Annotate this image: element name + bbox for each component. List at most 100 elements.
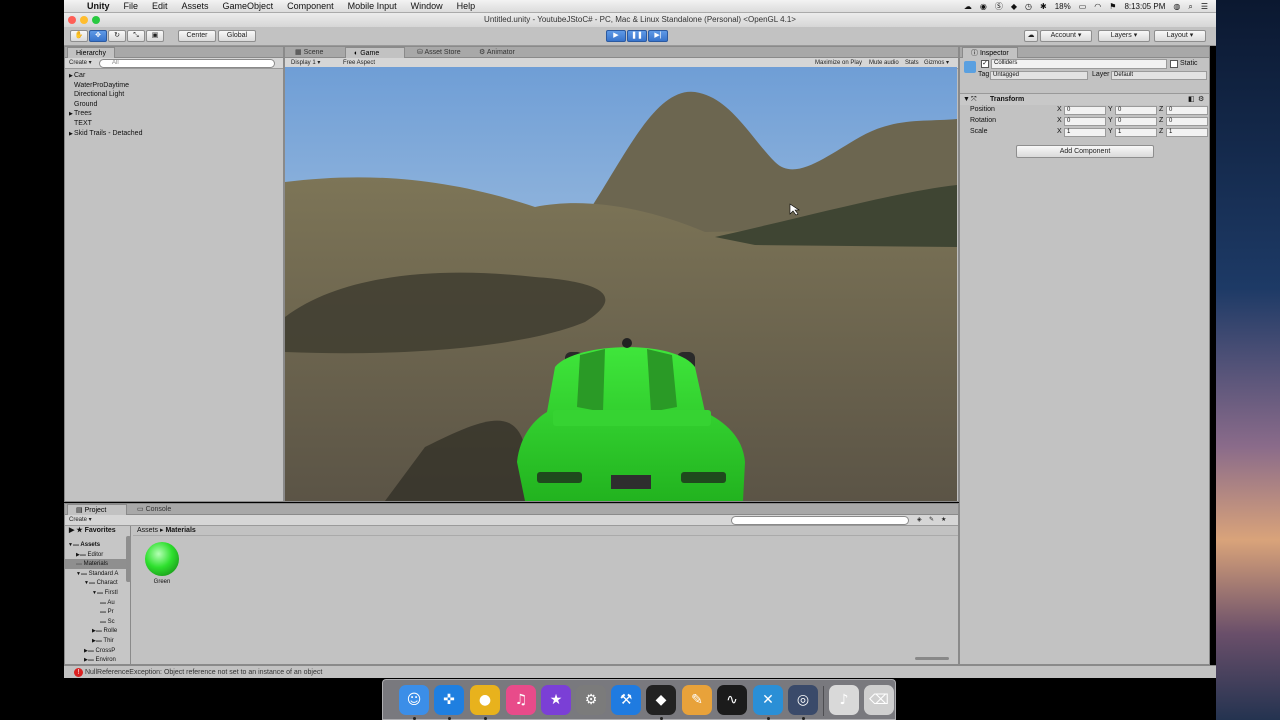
input-flag-icon[interactable]: ⚑ bbox=[1109, 2, 1116, 11]
hierarchy-item[interactable]: ▶Trees bbox=[65, 109, 283, 119]
rotate-tool-icon[interactable]: ↻ bbox=[108, 30, 126, 42]
menu-file[interactable]: File bbox=[124, 1, 139, 11]
menubar-clock[interactable]: 8:13:05 PM bbox=[1124, 2, 1165, 11]
transform-y-field[interactable]: 1 bbox=[1115, 128, 1157, 137]
menu-window[interactable]: Window bbox=[411, 1, 443, 11]
folder-tree-item[interactable]: ▶▬ Environ bbox=[65, 655, 130, 664]
skype-icon[interactable]: Ⓢ bbox=[995, 1, 1003, 12]
pivot-center-button[interactable]: Center bbox=[178, 30, 216, 42]
folder-tree-item[interactable]: ▼▬ Charact bbox=[65, 578, 130, 588]
folder-tree-item[interactable]: ▶▬ CrossP bbox=[65, 646, 130, 656]
battery-icon[interactable]: ▭ bbox=[1079, 2, 1087, 11]
project-search-input[interactable] bbox=[731, 516, 909, 525]
filter-label-icon[interactable]: ✎ bbox=[929, 516, 934, 525]
pivot-global-button[interactable]: Global bbox=[218, 30, 256, 42]
object-name-field[interactable]: Colliders bbox=[991, 59, 1167, 69]
tag-dropdown[interactable]: Untagged bbox=[990, 71, 1088, 80]
transform-header[interactable]: ▼ ⤧ Transform ◧ ⚙ bbox=[960, 93, 1209, 105]
bluetooth-icon[interactable]: ✱ bbox=[1040, 2, 1047, 11]
icon-size-slider[interactable] bbox=[915, 657, 949, 660]
spotlight-icon[interactable]: ⌕ bbox=[1188, 2, 1192, 12]
folder-tree-item[interactable]: ▬ Sc bbox=[65, 617, 130, 627]
zoom-window-icon[interactable] bbox=[92, 16, 100, 24]
tab-project[interactable]: ▤ Project bbox=[67, 504, 127, 515]
battery-text[interactable]: 18% bbox=[1055, 2, 1071, 11]
hierarchy-item[interactable]: Directional Light bbox=[65, 90, 283, 100]
hierarchy-item[interactable]: ▶Car bbox=[65, 71, 283, 81]
transform-x-field[interactable]: 1 bbox=[1064, 128, 1106, 137]
menu-assets[interactable]: Assets bbox=[182, 1, 209, 11]
menu-help[interactable]: Help bbox=[457, 1, 476, 11]
notification-center-icon[interactable]: ☰ bbox=[1201, 2, 1208, 11]
music-file-icon[interactable]: ♪ bbox=[829, 685, 859, 715]
transform-fold-icon[interactable]: ▼ bbox=[963, 95, 970, 105]
minimize-window-icon[interactable] bbox=[80, 16, 88, 24]
chrome-icon[interactable]: ● bbox=[470, 685, 500, 715]
tab-animator[interactable]: ⚙ Animator bbox=[471, 47, 523, 58]
transform-z-field[interactable]: 1 bbox=[1166, 128, 1208, 137]
transform-y-field[interactable]: 0 bbox=[1115, 106, 1157, 115]
layers-dropdown[interactable]: Layers ▾ bbox=[1098, 30, 1150, 42]
wifi-icon[interactable]: ◠ bbox=[1094, 2, 1101, 11]
menu-mobile-input[interactable]: Mobile Input bbox=[348, 1, 397, 11]
tab-hierarchy[interactable]: Hierarchy bbox=[67, 47, 115, 58]
project-create-dropdown[interactable]: Create ▾ bbox=[69, 516, 92, 525]
folder-tree-item[interactable]: ▶▬ Rolle bbox=[65, 626, 130, 636]
activity-monitor-icon[interactable]: ∿ bbox=[717, 685, 747, 715]
move-tool-icon[interactable]: ✥ bbox=[89, 30, 107, 42]
record-icon[interactable]: ◉ bbox=[980, 2, 987, 11]
hierarchy-item[interactable]: WaterProDaytime bbox=[65, 81, 283, 91]
scale-tool-icon[interactable]: ⤡ bbox=[127, 30, 145, 42]
status-bar[interactable]: ! NullReferenceException: Object referen… bbox=[64, 665, 1216, 678]
pause-button-icon[interactable]: ❚❚ bbox=[627, 30, 647, 42]
hand-tool-icon[interactable]: ✋ bbox=[70, 30, 88, 42]
tab-game[interactable]: ◐ Game bbox=[345, 47, 405, 58]
hierarchy-item[interactable]: TEXT bbox=[65, 119, 283, 129]
game-viewport[interactable] bbox=[285, 67, 957, 501]
menu-component[interactable]: Component bbox=[287, 1, 334, 11]
sketch-icon[interactable]: ✎ bbox=[682, 685, 712, 715]
folder-tree-item[interactable]: ▼▬ FirstI bbox=[65, 588, 130, 598]
folder-tree-item[interactable]: ▼▬ Standard A bbox=[65, 569, 130, 579]
collab-cloud-icon[interactable]: ☁ bbox=[1024, 30, 1038, 42]
menu-edit[interactable]: Edit bbox=[152, 1, 168, 11]
transform-help-icon[interactable]: ◧ bbox=[1188, 95, 1195, 105]
play-button-icon[interactable]: ▶ bbox=[606, 30, 626, 42]
transform-x-field[interactable]: 0 bbox=[1064, 117, 1106, 126]
active-checkbox[interactable]: ✓ bbox=[981, 60, 989, 68]
unity-icon[interactable]: ◆ bbox=[646, 685, 676, 715]
folder-tree-item[interactable]: ▬ Au bbox=[65, 598, 130, 608]
cloud-icon[interactable]: ☁ bbox=[964, 2, 972, 11]
favorite-star-icon[interactable]: ★ bbox=[941, 516, 946, 525]
add-component-button[interactable]: Add Component bbox=[1016, 145, 1154, 158]
menu-unity[interactable]: Unity bbox=[87, 1, 110, 11]
quicktime-icon[interactable]: ◎ bbox=[788, 685, 818, 715]
transform-z-field[interactable]: 0 bbox=[1166, 117, 1208, 126]
folder-tree-item[interactable]: ▶▬ Thir bbox=[65, 636, 130, 646]
layer-dropdown[interactable]: Default bbox=[1111, 71, 1207, 80]
account-dropdown[interactable]: Account ▾ bbox=[1040, 30, 1092, 42]
transform-x-field[interactable]: 0 bbox=[1064, 106, 1106, 115]
transform-y-field[interactable]: 0 bbox=[1115, 117, 1157, 126]
favorites-item[interactable]: ▶ ★ Favorites bbox=[65, 526, 130, 536]
xamarin-icon[interactable]: ✕ bbox=[753, 685, 783, 715]
layout-dropdown[interactable]: Layout ▾ bbox=[1154, 30, 1206, 42]
folder-tree-item[interactable]: ▬ Pr bbox=[65, 607, 130, 617]
breadcrumb-materials[interactable]: Materials bbox=[165, 527, 195, 534]
tree-scrollbar[interactable] bbox=[126, 536, 131, 582]
trash-icon[interactable]: ⌫ bbox=[864, 685, 894, 715]
transform-settings-icon[interactable]: ⚙ bbox=[1198, 95, 1204, 105]
tab-asset-store[interactable]: ⛁ Asset Store bbox=[409, 47, 469, 58]
menu-gameobject[interactable]: GameObject bbox=[223, 1, 274, 11]
tab-inspector[interactable]: ⓘ Inspector bbox=[962, 47, 1018, 58]
step-button-icon[interactable]: ▶| bbox=[648, 30, 668, 42]
tab-console[interactable]: ▭ Console bbox=[129, 504, 179, 515]
close-window-icon[interactable] bbox=[68, 16, 76, 24]
hierarchy-create-dropdown[interactable]: Create ▾ bbox=[69, 59, 92, 68]
safari-icon[interactable]: ✜ bbox=[434, 685, 464, 715]
hierarchy-item[interactable]: Ground bbox=[65, 100, 283, 110]
xcode-icon[interactable]: ⚒ bbox=[611, 685, 641, 715]
folder-tree-item[interactable]: ▼▬ Assets bbox=[65, 540, 130, 550]
dropbox-icon[interactable]: ◆ bbox=[1011, 2, 1017, 11]
hierarchy-item[interactable]: ▶Skid Trails - Detached bbox=[65, 129, 283, 139]
